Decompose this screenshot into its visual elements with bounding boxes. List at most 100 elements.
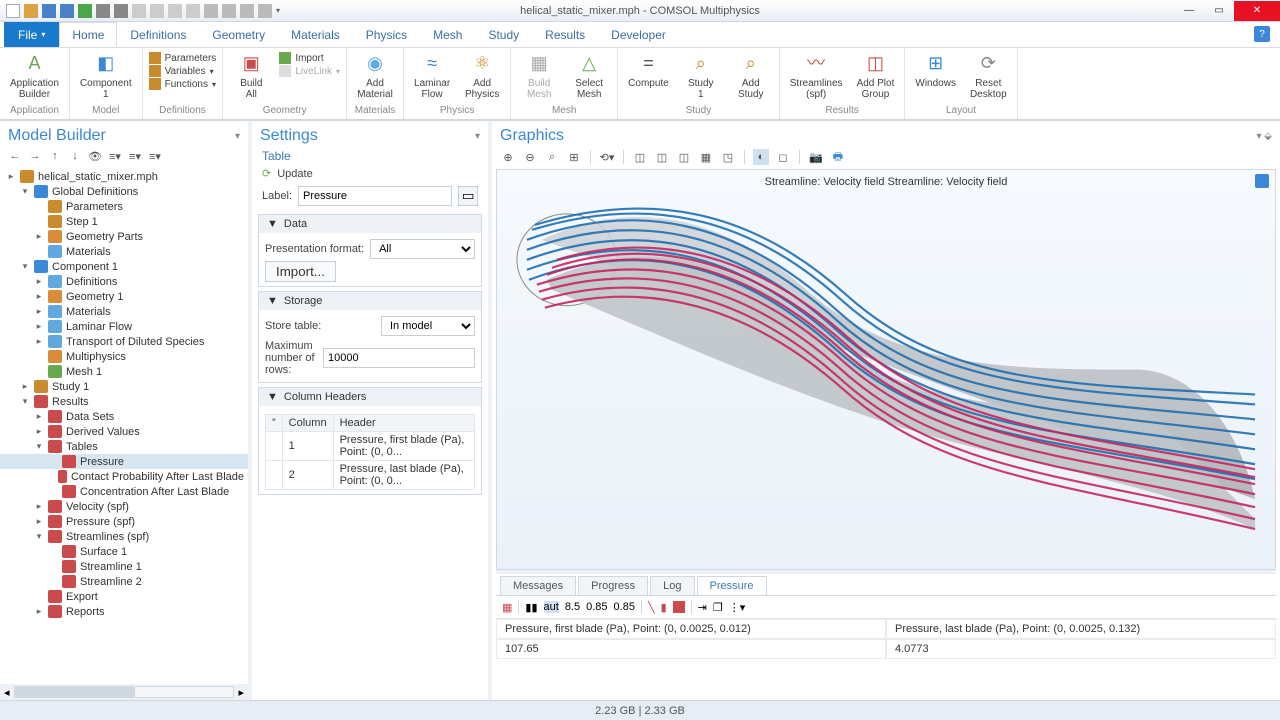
graphics-canvas[interactable]: Streamline: Velocity field Streamline: V… [496,169,1276,570]
file-menu[interactable]: File▾ [4,22,59,47]
sci-icon[interactable]: 0.85 [614,601,635,613]
list-icon[interactable]: ≡▾ [148,149,162,163]
qat-save-icon[interactable] [42,4,56,18]
qat-copy-icon[interactable] [132,4,146,18]
import-button[interactable]: Import [279,52,340,64]
variables-button[interactable]: Variables▾ [149,65,217,77]
tree-node[interactable]: ▾Results [0,394,248,409]
show-icon[interactable]: 👁 [88,149,102,163]
tree-node[interactable]: Export [0,589,248,604]
qat-dropdown-icon[interactable]: ▾ [276,6,280,15]
panel-menu-icon[interactable]: ▾ [475,131,480,142]
collapse-icon[interactable]: ≡▾ [108,149,122,163]
view-3d-icon[interactable]: ◳ [720,149,736,165]
bottom-tab-log[interactable]: Log [650,576,694,595]
tree-node[interactable]: Step 1 [0,214,248,229]
presentation-format-select[interactable]: All [370,239,475,259]
menu-tab-mesh[interactable]: Mesh [420,22,475,47]
qat-redo-icon[interactable] [114,4,128,18]
maximize-button[interactable]: ▭ [1204,1,1234,21]
expand-icon[interactable]: ≡▾ [128,149,142,163]
export-icon[interactable]: ⇥ [698,601,707,614]
application-builder-button[interactable]: AApplication Builder [6,50,63,100]
tree-node[interactable]: ▸Derived Values [0,424,248,439]
label-link-button[interactable]: ▭ [458,186,478,206]
add-study-button[interactable]: ⌕Add Study [729,50,773,100]
add-physics-button[interactable]: ⚛Add Physics [460,50,504,100]
tree-node[interactable]: ▾Component 1 [0,259,248,274]
qat-del-icon[interactable] [186,4,200,18]
add-material-button[interactable]: ◉Add Material [353,50,397,100]
menu-tab-materials[interactable]: Materials [278,22,353,47]
plot-bar-icon[interactable]: ▮ [661,601,667,614]
tree-scrollbar[interactable]: ◂▸ [0,684,248,700]
qat-paste-icon[interactable] [150,4,164,18]
format-full-icon[interactable]: ▮▮ [525,601,537,614]
plot-surf-icon[interactable] [673,601,685,613]
zoom-in-icon[interactable]: ⊕ [500,149,516,165]
tree-node[interactable]: ▸Transport of Diluted Species [0,334,248,349]
tree-node[interactable]: ▸Laminar Flow [0,319,248,334]
table-icon[interactable]: ▦ [502,601,512,614]
functions-button[interactable]: Functions▾ [149,78,217,90]
plot-line-icon[interactable]: ╲ [648,601,655,614]
tree-node[interactable]: Concentration After Last Blade [0,484,248,499]
tree-node[interactable]: Streamline 2 [0,574,248,589]
tree-node[interactable]: ▸helical_static_mixer.mph [0,169,248,184]
tree-node[interactable]: Multiphysics [0,349,248,364]
rotate-icon[interactable]: ⟲▾ [599,149,615,165]
view-grid-icon[interactable]: ▦ [698,149,714,165]
tree-node[interactable]: Pressure [0,454,248,469]
column-headers-table[interactable]: ”ColumnHeader 1Pressure, first blade (Pa… [265,414,475,490]
menu-tab-definitions[interactable]: Definitions [117,22,199,47]
tree-node[interactable]: ▸Pressure (spf) [0,514,248,529]
panel-menu-icon[interactable]: ▾ ⬙ [1257,131,1273,142]
label-input[interactable] [298,186,452,206]
qat-x1-icon[interactable] [204,4,218,18]
tree-node[interactable]: Surface 1 [0,544,248,559]
more-icon[interactable]: ⋮▾ [729,601,746,614]
qat-undo-icon[interactable] [96,4,110,18]
tree-node[interactable]: Materials [0,244,248,259]
store-table-select[interactable]: In model [381,316,475,336]
qat-open-icon[interactable] [24,4,38,18]
storage-section-header[interactable]: ▼Storage [259,292,481,310]
tree-node[interactable]: ▸Reports [0,604,248,619]
up-icon[interactable]: ↑ [48,149,62,163]
menu-tab-study[interactable]: Study [475,22,532,47]
tree-node[interactable]: ▸Velocity (spf) [0,499,248,514]
pressure-table[interactable]: Pressure, first blade (Pa), Point: (0, 0… [496,618,1276,700]
menu-tab-home[interactable]: Home [59,22,117,47]
reset-desktop-button[interactable]: ⟳Reset Desktop [966,50,1011,100]
column-headers-section-header[interactable]: ▼Column Headers [259,388,481,406]
menu-tab-geometry[interactable]: Geometry [199,22,278,47]
format-auto-icon[interactable]: aut [544,601,559,613]
decimal-icon[interactable]: 8.5 [565,601,580,613]
tree-node[interactable]: Contact Probability After Last Blade [0,469,248,484]
data-section-header[interactable]: ▼Data [259,215,481,233]
tree-node[interactable]: ▸Geometry 1 [0,289,248,304]
tree-node[interactable]: Mesh 1 [0,364,248,379]
close-button[interactable]: ✕ [1234,1,1280,21]
update-button[interactable]: ⟳Update [252,165,488,182]
parameters-button[interactable]: Parameters [149,52,217,64]
print-icon[interactable]: 🖶 [830,149,846,165]
add-plot-group-button[interactable]: ◫Add Plot Group [853,50,899,100]
zoom-out-icon[interactable]: ⊖ [522,149,538,165]
streamlines-button[interactable]: 〰Streamlines (spf) [786,50,847,100]
snapshot-icon[interactable]: 📷 [808,149,824,165]
view-yz-icon[interactable]: ◫ [654,149,670,165]
qat-icon[interactable] [6,4,20,18]
windows-button[interactable]: ⊞Windows [911,50,960,89]
menu-tab-results[interactable]: Results [532,22,598,47]
tree-node[interactable]: ▸Definitions [0,274,248,289]
tree-node[interactable]: Parameters [0,199,248,214]
qat-x2-icon[interactable] [222,4,236,18]
model-tree[interactable]: ▸helical_static_mixer.mph▾Global Definit… [0,167,248,684]
bottom-tab-progress[interactable]: Progress [578,576,648,595]
bottom-tab-messages[interactable]: Messages [500,576,576,595]
zoom-extents-icon[interactable]: ⊞ [566,149,582,165]
help-button[interactable]: ? [1254,26,1270,42]
tree-node[interactable]: ▾Tables [0,439,248,454]
import-button[interactable]: Import... [265,261,336,282]
